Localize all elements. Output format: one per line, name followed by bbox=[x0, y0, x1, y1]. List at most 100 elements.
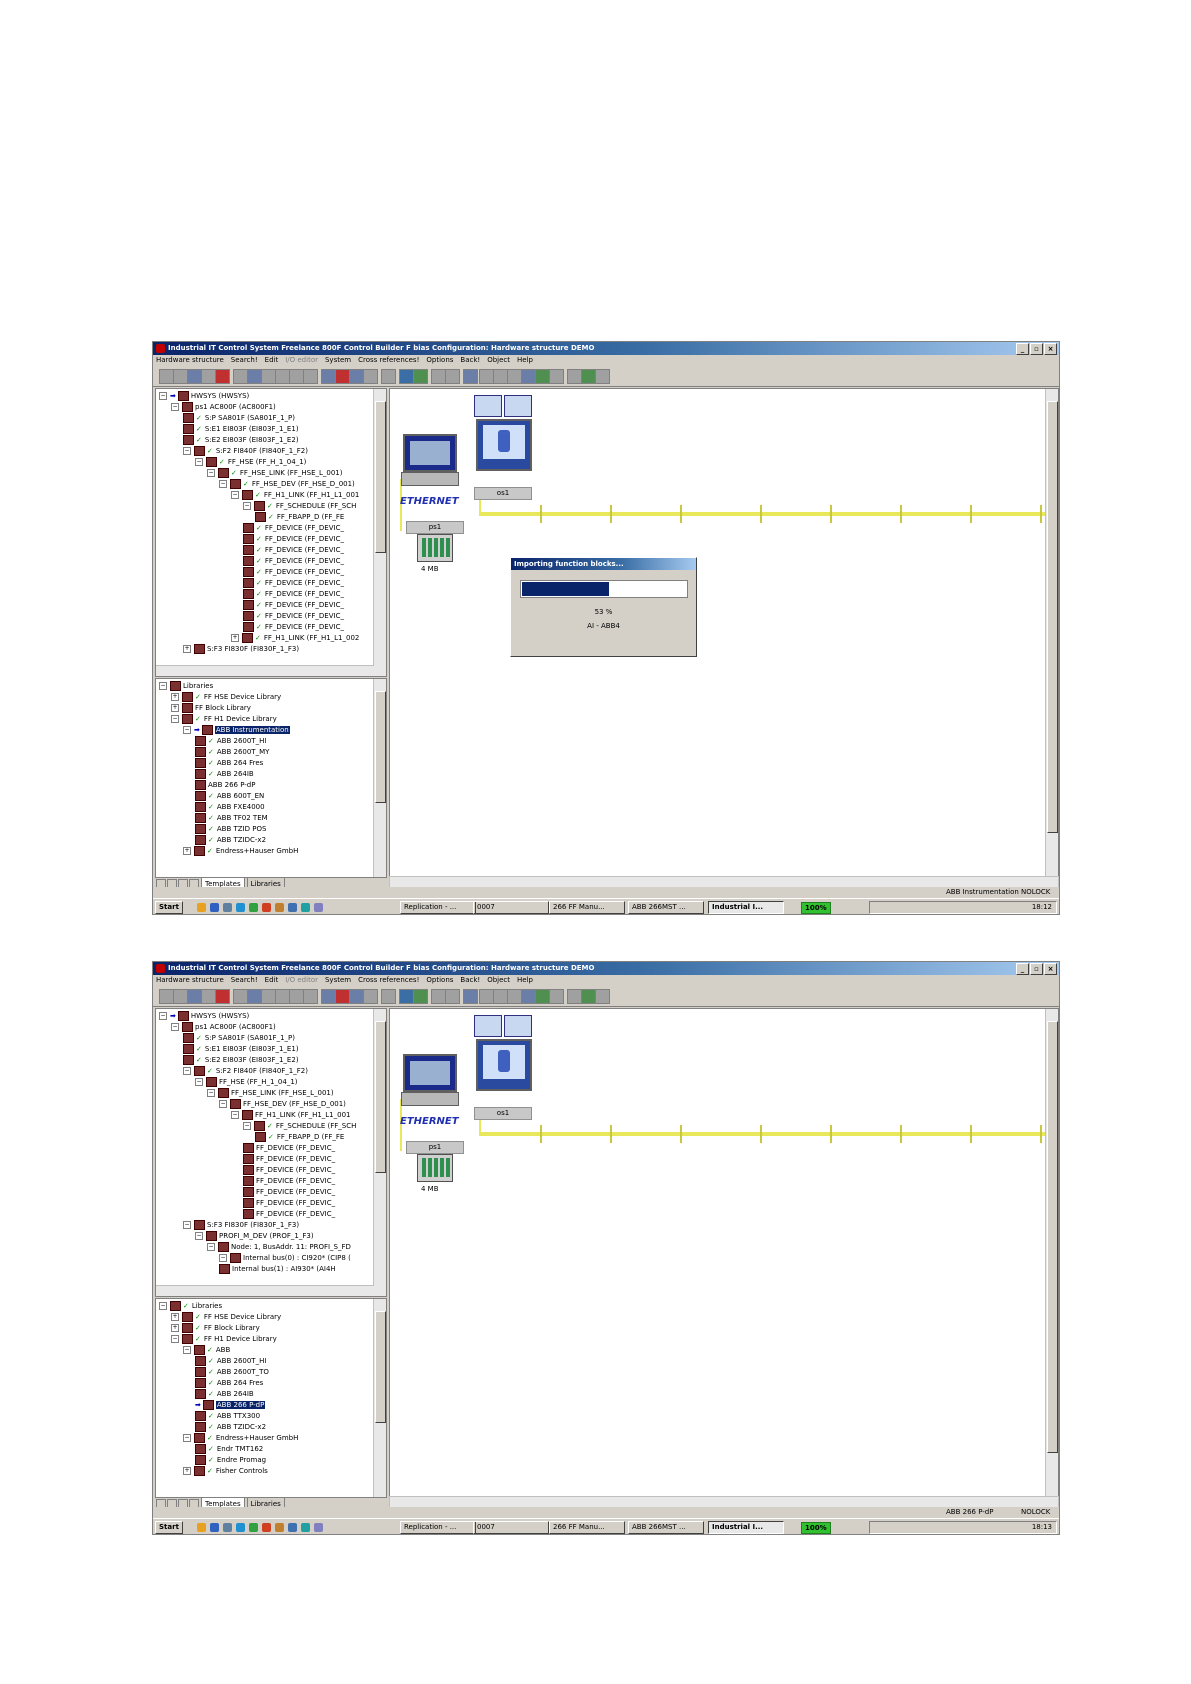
tree-row[interactable]: − FF_HSE_DEV (FF_HSE_D_001) bbox=[219, 1099, 346, 1110]
toolbar-button-icon[interactable] bbox=[187, 369, 202, 384]
tree-row[interactable]: − FF_H1_LINK (FF_H1_L1_001 bbox=[231, 1110, 351, 1121]
toolbar-button-icon[interactable] bbox=[567, 369, 582, 384]
quick-launch-icon[interactable] bbox=[301, 1523, 310, 1532]
menu-item[interactable]: Help bbox=[517, 976, 533, 984]
toolbar-button-icon[interactable] bbox=[445, 369, 460, 384]
library-row[interactable]: ✓ ABB 264IB bbox=[195, 1389, 254, 1400]
menu-item[interactable]: Cross references! bbox=[358, 976, 419, 984]
engineering-station-icon[interactable] bbox=[401, 1054, 459, 1106]
toolbar-button-icon[interactable] bbox=[173, 369, 188, 384]
quick-launch-icon[interactable] bbox=[236, 903, 245, 912]
library-row[interactable]: ✓ ABB FXE4000 bbox=[195, 802, 265, 813]
tree-row[interactable]: ✓ FF_DEVICE (FF_DEVIC_ bbox=[243, 578, 344, 589]
toolbar-button-icon[interactable] bbox=[549, 989, 564, 1004]
toolbar-button-icon[interactable] bbox=[479, 989, 494, 1004]
menu-item[interactable]: Help bbox=[517, 356, 533, 364]
os1-label[interactable]: os1 bbox=[474, 487, 532, 500]
toolbar-button-icon[interactable] bbox=[493, 369, 508, 384]
toolbar-button-icon[interactable] bbox=[581, 989, 596, 1004]
close-button[interactable]: × bbox=[1044, 343, 1057, 355]
toolbar-button-icon[interactable] bbox=[349, 369, 364, 384]
toolbar-button-icon[interactable] bbox=[247, 369, 262, 384]
scrollbar-thumb[interactable] bbox=[1047, 401, 1058, 833]
expand-node-icon[interactable]: + bbox=[183, 847, 191, 855]
minimize-button[interactable]: _ bbox=[1016, 963, 1029, 975]
tree-row[interactable]: − ✓ S:F2 FI840F (FI840F_1_F2) bbox=[183, 1066, 308, 1077]
canvas-vertical-scrollbar[interactable] bbox=[1045, 1009, 1058, 1497]
library-tree[interactable]: − ✓ Libraries + ✓ FF HSE Device Library + ✓ FF B… bbox=[155, 1298, 387, 1498]
toolbar-button-icon[interactable] bbox=[275, 369, 290, 384]
toolbar-button-icon[interactable] bbox=[173, 989, 188, 1004]
tree-row[interactable]: ✓ FF_DEVICE (FF_DEVIC_ bbox=[243, 622, 344, 633]
menu-item[interactable]: System bbox=[325, 356, 351, 364]
tree-row[interactable]: + ✓ FF_H1_LINK (FF_H1_L1_002 bbox=[231, 633, 359, 644]
toolbar-button-icon[interactable] bbox=[363, 369, 378, 384]
library-row[interactable]: + ✓ Fisher Controls bbox=[183, 1466, 268, 1477]
tree-row[interactable]: − ps1 AC800F (AC800F1) bbox=[171, 1022, 276, 1033]
menu-item[interactable]: Edit bbox=[265, 976, 279, 984]
library-row[interactable]: + ✓ FF HSE Device Library bbox=[171, 1312, 281, 1323]
collapse-node-icon[interactable]: − bbox=[219, 1254, 227, 1262]
collapse-node-icon[interactable]: − bbox=[171, 715, 179, 723]
library-row[interactable]: − Libraries bbox=[159, 681, 213, 692]
toolbar-button-icon[interactable] bbox=[581, 369, 596, 384]
quick-launch-icon[interactable] bbox=[223, 1523, 232, 1532]
controller-rack-icon[interactable] bbox=[417, 534, 453, 562]
taskbar-task[interactable]: 266 FF Manu... bbox=[549, 901, 625, 914]
library-row[interactable]: ✓ ABB 264 Fres bbox=[195, 1378, 263, 1389]
scrollbar-thumb[interactable] bbox=[375, 691, 386, 803]
toolbar-button-icon[interactable] bbox=[261, 369, 276, 384]
toolbar-button-icon[interactable] bbox=[159, 989, 174, 1004]
taskbar-task[interactable]: Replication - ... bbox=[400, 1521, 476, 1534]
library-row[interactable]: ✓ ABB TZIDC-x2 bbox=[195, 835, 266, 846]
network-canvas[interactable]: ETHERNET os1 ps1 4 MB Importing function blo… bbox=[389, 388, 1059, 878]
toolbar-button-icon[interactable] bbox=[303, 369, 318, 384]
quick-launch-icon[interactable] bbox=[288, 903, 297, 912]
menu-item[interactable]: Hardware structure bbox=[156, 356, 224, 364]
quick-launch-icon[interactable] bbox=[314, 1523, 323, 1532]
taskbar-task[interactable]: 0007 bbox=[473, 901, 549, 914]
tree-row[interactable]: − ✓ FF_HSE_DEV (FF_HSE_D_001) bbox=[219, 479, 355, 490]
quick-launch-icon[interactable] bbox=[262, 1523, 271, 1532]
toolbar-button-icon[interactable] bbox=[321, 369, 336, 384]
quick-launch-icon[interactable] bbox=[197, 903, 206, 912]
toolbar-button-icon[interactable] bbox=[233, 989, 248, 1004]
taskbar-task[interactable]: ABB 266MST ... bbox=[628, 901, 704, 914]
collapse-node-icon[interactable]: − bbox=[159, 1012, 167, 1020]
tree-row[interactable]: − Node: 1, BusAddr. 11: PROFI_S_FD bbox=[207, 1242, 351, 1253]
quick-launch-icon[interactable] bbox=[210, 1523, 219, 1532]
tree-row[interactable]: − ✓ FF_HSE_LINK (FF_HSE_L_001) bbox=[207, 468, 342, 479]
tree-row[interactable]: − ✓ FF_H1_LINK (FF_H1_L1_001 bbox=[231, 490, 359, 501]
tree-horizontal-scrollbar[interactable] bbox=[156, 1285, 374, 1296]
library-row[interactable]: ✓ ABB TTX300 bbox=[195, 1411, 260, 1422]
tree-vertical-scrollbar[interactable] bbox=[373, 389, 386, 676]
tree-row[interactable]: FF_DEVICE (FF_DEVIC_ bbox=[243, 1176, 335, 1187]
toolbar-button-icon[interactable] bbox=[431, 989, 446, 1004]
menu-item[interactable]: I/O editor bbox=[285, 976, 318, 984]
tree-row[interactable]: ✓ FF_DEVICE (FF_DEVIC_ bbox=[243, 556, 344, 567]
expand-node-icon[interactable]: + bbox=[171, 1313, 179, 1321]
expand-node-icon[interactable]: + bbox=[171, 1324, 179, 1332]
tree-row[interactable]: FF_DEVICE (FF_DEVIC_ bbox=[243, 1198, 335, 1209]
toolbar-button-icon[interactable] bbox=[261, 989, 276, 1004]
close-button[interactable]: × bbox=[1044, 963, 1057, 975]
collapse-node-icon[interactable]: − bbox=[243, 1122, 251, 1130]
hardware-tree[interactable]: − ➡ HWSYS (HWSYS) − ps1 AC800F (AC800F1) ✓ S:P… bbox=[155, 388, 387, 677]
toolbar-button-icon[interactable] bbox=[595, 369, 610, 384]
toolbar-button-icon[interactable] bbox=[535, 369, 550, 384]
tree-row[interactable]: ✓ FF_DEVICE (FF_DEVIC_ bbox=[243, 567, 344, 578]
menu-item[interactable]: Search! bbox=[231, 976, 258, 984]
toolbar-button-icon[interactable] bbox=[399, 369, 414, 384]
canvas-vertical-scrollbar[interactable] bbox=[1045, 389, 1058, 877]
library-row[interactable]: ➡ ABB 266 P-dP bbox=[195, 1400, 266, 1411]
tree-vertical-scrollbar[interactable] bbox=[373, 1009, 386, 1296]
scrollbar-thumb[interactable] bbox=[375, 1021, 386, 1173]
library-row[interactable]: − ✓ ABB bbox=[183, 1345, 230, 1356]
toolbar-button-icon[interactable] bbox=[289, 989, 304, 1004]
collapse-node-icon[interactable]: − bbox=[159, 392, 167, 400]
network-canvas[interactable]: ETHERNET os1 ps1 4 MB bbox=[389, 1008, 1059, 1498]
tree-row[interactable]: ✓ S:P SA801F (SA801F_1_P) bbox=[183, 1033, 295, 1044]
menu-item[interactable]: Cross references! bbox=[358, 356, 419, 364]
collapse-node-icon[interactable]: − bbox=[183, 1434, 191, 1442]
library-row[interactable]: ✓ ABB TF02 TEM bbox=[195, 813, 268, 824]
